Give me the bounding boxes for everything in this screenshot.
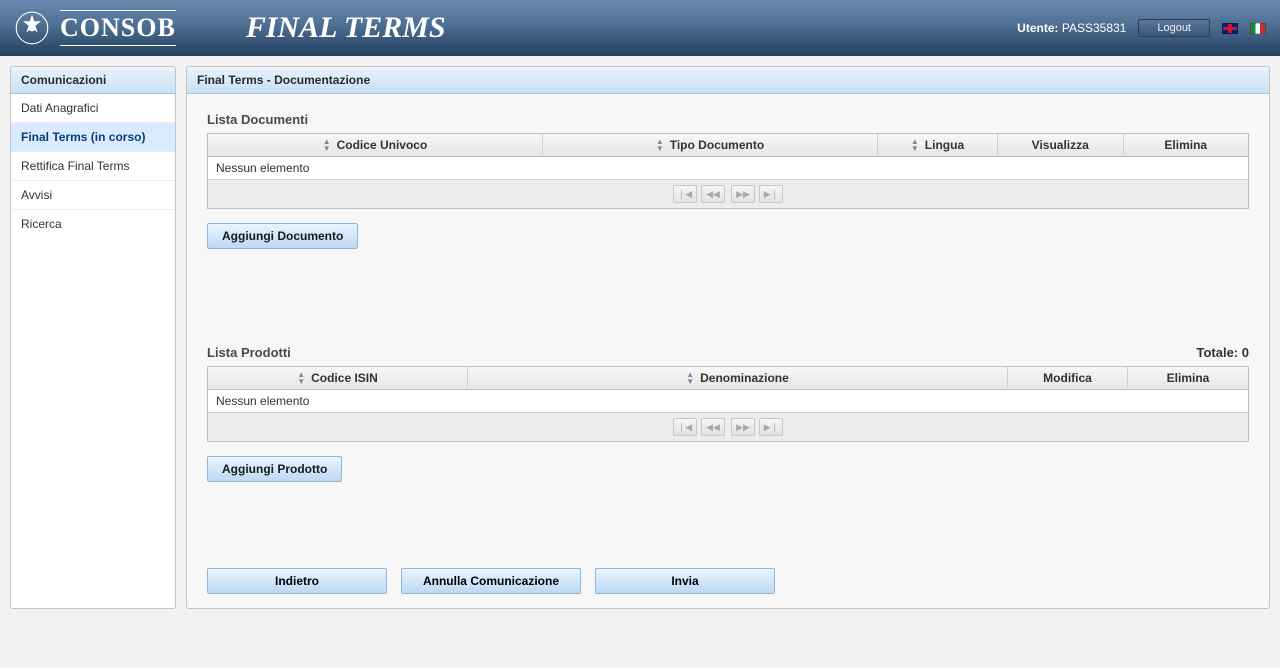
col-elimina-prod[interactable]: Elimina — [1128, 367, 1248, 389]
pager-first-button[interactable]: ❘◀ — [673, 185, 697, 203]
pager-next-button[interactable]: ▶▶ — [731, 418, 755, 436]
sidebar-item-ricerca[interactable]: Ricerca — [11, 210, 175, 238]
sort-icon: ▲▼ — [686, 371, 694, 385]
footer-buttons: Indietro Annulla Comunicazione Invia — [207, 568, 1249, 594]
documents-section-title: Lista Documenti — [207, 112, 1249, 127]
pager-next-button[interactable]: ▶▶ — [731, 185, 755, 203]
pager-first-button[interactable]: ❘◀ — [673, 418, 697, 436]
sidebar-item-dati-anagrafici[interactable]: Dati Anagrafici — [11, 94, 175, 123]
main-panel-title: Final Terms - Documentazione — [187, 67, 1269, 94]
sidebar: Comunicazioni Dati Anagrafici Final Term… — [10, 66, 176, 609]
sidebar-item-avvisi[interactable]: Avvisi — [11, 181, 175, 210]
col-lingua[interactable]: ▲▼ Lingua — [878, 134, 998, 156]
add-product-button[interactable]: Aggiungi Prodotto — [207, 456, 342, 482]
sort-icon: ▲▼ — [911, 138, 919, 152]
app-title: FINAL TERMS — [246, 11, 446, 45]
sidebar-title: Comunicazioni — [11, 67, 175, 94]
cancel-communication-button[interactable]: Annulla Comunicazione — [401, 568, 581, 594]
documents-grid-header: ▲▼ Codice Univoco ▲▼ Tipo Documento ▲▼ L… — [208, 134, 1248, 157]
brand-text: CONSOB — [60, 10, 176, 46]
documents-empty-row: Nessun elemento — [208, 157, 1248, 179]
sort-icon: ▲▼ — [297, 371, 305, 385]
pager-last-button[interactable]: ▶❘ — [759, 185, 783, 203]
col-codice-isin[interactable]: ▲▼ Codice ISIN — [208, 367, 468, 389]
pager-last-button[interactable]: ▶❘ — [759, 418, 783, 436]
col-visualizza[interactable]: Visualizza — [998, 134, 1124, 156]
pager-prev-button[interactable]: ◀◀ — [701, 418, 725, 436]
col-elimina[interactable]: Elimina — [1124, 134, 1249, 156]
col-tipo-documento[interactable]: ▲▼ Tipo Documento — [543, 134, 878, 156]
flag-it-icon[interactable] — [1250, 23, 1266, 34]
products-section-title: Lista Prodotti — [207, 345, 291, 360]
consob-emblem-icon — [14, 10, 50, 46]
products-grid: ▲▼ Codice ISIN ▲▼ Denominazione Modifica… — [207, 366, 1249, 442]
col-modifica[interactable]: Modifica — [1008, 367, 1128, 389]
user-value: PASS35831 — [1062, 21, 1127, 35]
main-panel: Final Terms - Documentazione Lista Docum… — [186, 66, 1270, 609]
col-denominazione[interactable]: ▲▼ Denominazione — [468, 367, 1008, 389]
sidebar-item-final-terms[interactable]: Final Terms (in corso) — [11, 123, 175, 152]
logout-button[interactable]: Logout — [1138, 19, 1210, 37]
add-document-button[interactable]: Aggiungi Documento — [207, 223, 358, 249]
products-total: Totale: 0 — [1196, 345, 1249, 360]
user-info: Utente: PASS35831 — [1017, 21, 1126, 35]
logo-area: CONSOB — [14, 10, 176, 46]
user-label: Utente: — [1017, 21, 1058, 35]
products-empty-row: Nessun elemento — [208, 390, 1248, 412]
sort-icon: ▲▼ — [656, 138, 664, 152]
col-codice-univoco[interactable]: ▲▼ Codice Univoco — [208, 134, 543, 156]
documents-pager: ❘◀ ◀◀ ▶▶ ▶❘ — [208, 179, 1248, 208]
products-grid-header: ▲▼ Codice ISIN ▲▼ Denominazione Modifica… — [208, 367, 1248, 390]
sort-icon: ▲▼ — [323, 138, 331, 152]
pager-prev-button[interactable]: ◀◀ — [701, 185, 725, 203]
back-button[interactable]: Indietro — [207, 568, 387, 594]
sidebar-item-rettifica[interactable]: Rettifica Final Terms — [11, 152, 175, 181]
app-header: CONSOB FINAL TERMS Utente: PASS35831 Log… — [0, 0, 1280, 56]
documents-grid: ▲▼ Codice Univoco ▲▼ Tipo Documento ▲▼ L… — [207, 133, 1249, 209]
products-pager: ❘◀ ◀◀ ▶▶ ▶❘ — [208, 412, 1248, 441]
send-button[interactable]: Invia — [595, 568, 775, 594]
flag-uk-icon[interactable] — [1222, 23, 1238, 34]
header-right: Utente: PASS35831 Logout — [1017, 19, 1266, 37]
